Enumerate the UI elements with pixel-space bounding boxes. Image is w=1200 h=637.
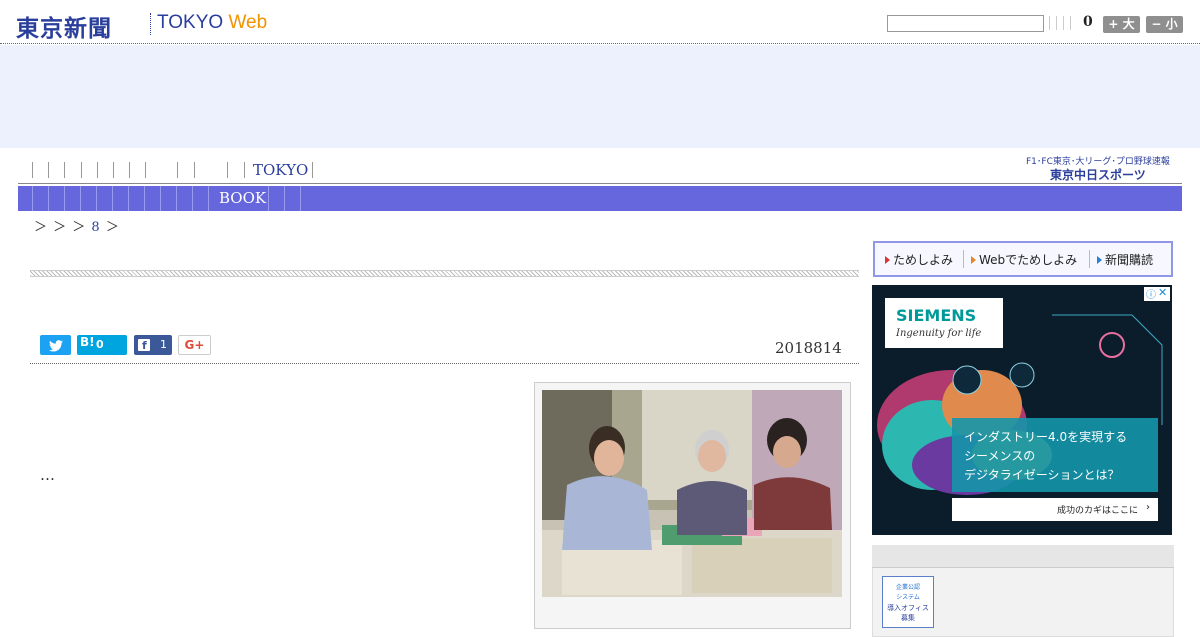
nav-divider: [312, 162, 313, 178]
hatena-count: 0: [96, 338, 104, 351]
twitter-share-button[interactable]: [40, 335, 71, 355]
nav-divider: [227, 162, 228, 178]
nav-divider: [144, 186, 145, 211]
nav-divider: [113, 162, 114, 178]
google-plus-share-button[interactable]: G+: [178, 335, 211, 355]
facebook-icon: f: [138, 339, 150, 352]
link-divider: [963, 250, 964, 268]
hatena-bookmark-button[interactable]: B! 0: [77, 335, 127, 355]
ad-tagline: Ingenuity for life: [896, 328, 982, 339]
breadcrumb-separator: ＞: [105, 220, 120, 235]
nav-divider: [64, 162, 65, 178]
facebook-count: 1: [160, 338, 167, 351]
nav-divider: [176, 186, 177, 211]
site-logo[interactable]: 東京新聞: [16, 9, 112, 43]
logo-web: Web: [228, 12, 268, 33]
nav-divider: [208, 186, 209, 211]
chevron-right-icon: ›: [1146, 502, 1150, 513]
nav-divider: [80, 186, 81, 211]
header-divider: [0, 43, 1200, 44]
nav-divider: [32, 162, 33, 178]
header-tick: [1056, 16, 1057, 30]
article-photo[interactable]: [542, 390, 842, 597]
sports-promo-logo[interactable]: 東京中日スポーツ: [1050, 166, 1146, 183]
promo-logo[interactable]: 企業公認 システム 導入オフィス 募集: [882, 576, 934, 628]
header-tick: [1049, 16, 1050, 30]
title-rule: [30, 270, 859, 277]
ad-headline-1: インダストリー4.0を実現する: [964, 430, 1128, 444]
nav-divider: [160, 186, 161, 211]
facebook-share-button[interactable]: f 1: [134, 335, 172, 355]
trial-reading-label: ためしよみ: [893, 253, 954, 267]
nav-divider: [112, 186, 113, 211]
site-logo-english[interactable]: TOKYO Web: [157, 12, 267, 34]
search-input[interactable]: [887, 15, 1044, 32]
nav-divider: [192, 186, 193, 211]
promo-line2: システム: [896, 594, 920, 601]
promo-line1: 企業公認: [895, 584, 920, 591]
nav-divider: [97, 162, 98, 178]
top-ad-banner[interactable]: [0, 45, 1200, 148]
nav-divider: [48, 186, 49, 211]
web-trial-reading-label: Webでためしよみ: [979, 253, 1078, 267]
ad-brand-box: SIEMENS Ingenuity for life: [885, 298, 1003, 348]
arrow-right-icon: [885, 256, 890, 264]
logo-tokyo: TOKYO: [157, 12, 224, 33]
nav-divider: [244, 162, 245, 178]
nav-divider: [81, 162, 82, 178]
ad-close-icon[interactable]: ✕: [1158, 286, 1167, 299]
article-body: …: [40, 466, 55, 484]
subscribe-link[interactable]: 新聞購読: [1097, 251, 1153, 268]
hatena-icon: B!: [80, 335, 95, 349]
sidebar-ad[interactable]: ⓘ ✕ SIEMENS Ingenuity for life インダストリー4.…: [872, 285, 1172, 535]
nav-divider: [64, 186, 65, 211]
promo-line4: 募集: [901, 614, 915, 622]
ad-brand: SIEMENS: [896, 306, 977, 325]
sidebar-promo-header: [872, 545, 1174, 568]
nav-divider-line: [18, 183, 1182, 184]
promo-line3: 導入オフィス: [887, 604, 929, 612]
font-larger-button[interactable]: + 大: [1103, 16, 1140, 33]
nav-divider: [177, 162, 178, 178]
breadcrumb: ＞ ＞ ＞ 8 ＞: [34, 216, 120, 235]
subscription-links: ためしよみ Webでためしよみ 新聞購読: [873, 241, 1173, 277]
article-date: 2018814: [775, 339, 842, 357]
nav-divider: [300, 186, 301, 211]
ad-headline-3: デジタライゼーションとは？: [964, 468, 1120, 482]
arrow-right-icon: [1097, 256, 1102, 264]
header-tick: [1063, 16, 1064, 30]
section-nav-bar: [18, 186, 1182, 211]
nav-divider: [145, 162, 146, 178]
font-smaller-button[interactable]: − 小: [1146, 16, 1183, 33]
link-divider: [1089, 250, 1090, 268]
ad-headline-2: シーメンスの: [964, 449, 1036, 463]
subscribe-label: 新聞購読: [1105, 253, 1154, 267]
date-rule: [30, 363, 859, 364]
breadcrumb-separators[interactable]: ＞ ＞ ＞: [34, 220, 86, 235]
adchoices-icon[interactable]: ⓘ: [1146, 286, 1156, 301]
nav-divider: [48, 162, 49, 178]
nav-divider: [284, 186, 285, 211]
nav-tokyo-link[interactable]: TOKYO: [253, 161, 308, 179]
nav-divider: [128, 186, 129, 211]
nav-divider: [32, 186, 33, 211]
ad-cta-label: 成功のカギはここに: [1056, 506, 1138, 516]
ad-headline-box: インダストリー4.0を実現する シーメンスの デジタライゼーションとは？: [952, 418, 1158, 492]
trial-reading-link[interactable]: ためしよみ: [885, 251, 953, 268]
nav-divider: [96, 186, 97, 211]
web-trial-reading-link[interactable]: Webでためしよみ: [971, 251, 1077, 268]
nav-divider: [194, 162, 195, 178]
nav-divider: [268, 186, 269, 211]
counter: 0: [1083, 14, 1093, 30]
twitter-icon: [48, 339, 63, 351]
header-tick: [1070, 16, 1071, 30]
nav-book-link[interactable]: BOOK: [219, 189, 266, 207]
arrow-right-icon: [971, 256, 976, 264]
breadcrumb-current[interactable]: 8: [91, 220, 100, 235]
nav-divider: [129, 162, 130, 178]
ad-cta-button[interactable]: 成功のカギはここに ›: [952, 498, 1158, 521]
logo-divider: [150, 13, 152, 35]
